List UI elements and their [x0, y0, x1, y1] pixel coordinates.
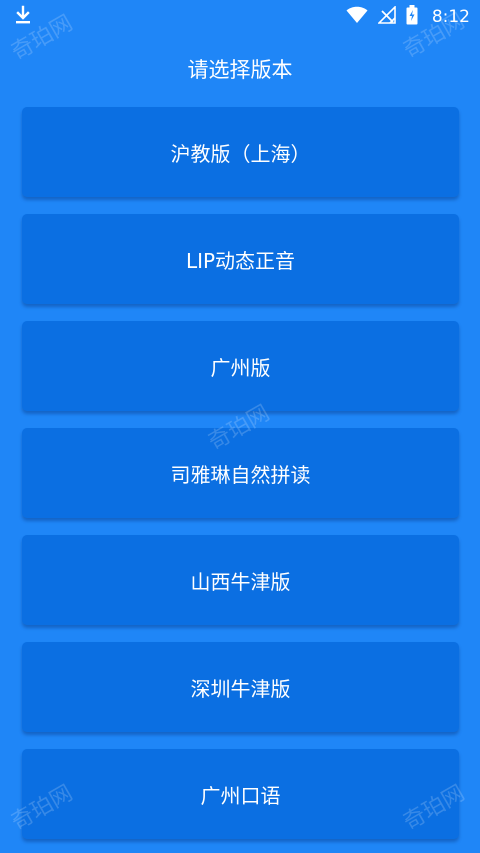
- status-time: 8:12: [431, 7, 470, 27]
- wifi-icon: [346, 6, 368, 28]
- version-button-shanxi-oxford[interactable]: 山西牛津版: [22, 535, 459, 625]
- version-button-guangzhou-oral[interactable]: 广州口语: [22, 749, 459, 839]
- version-button-lip[interactable]: LIP动态正音: [22, 214, 459, 304]
- version-button-siyalin[interactable]: 司雅琳自然拼读: [22, 428, 459, 518]
- version-list: 沪教版（上海） LIP动态正音 广州版 司雅琳自然拼读 山西牛津版 深圳牛津版 …: [22, 107, 459, 853]
- download-icon: [14, 5, 32, 29]
- status-left: [14, 5, 32, 29]
- status-right: 8:12: [346, 5, 470, 29]
- signal-icon: [376, 5, 396, 28]
- battery-charging-icon: [406, 5, 418, 29]
- version-button-hujiao[interactable]: 沪教版（上海）: [22, 107, 459, 197]
- version-button-shenzhen-oxford[interactable]: 深圳牛津版: [22, 642, 459, 732]
- status-bar: 8:12: [0, 0, 480, 34]
- page-title: 请选择版本: [187, 58, 293, 82]
- version-button-guangzhou[interactable]: 广州版: [22, 321, 459, 411]
